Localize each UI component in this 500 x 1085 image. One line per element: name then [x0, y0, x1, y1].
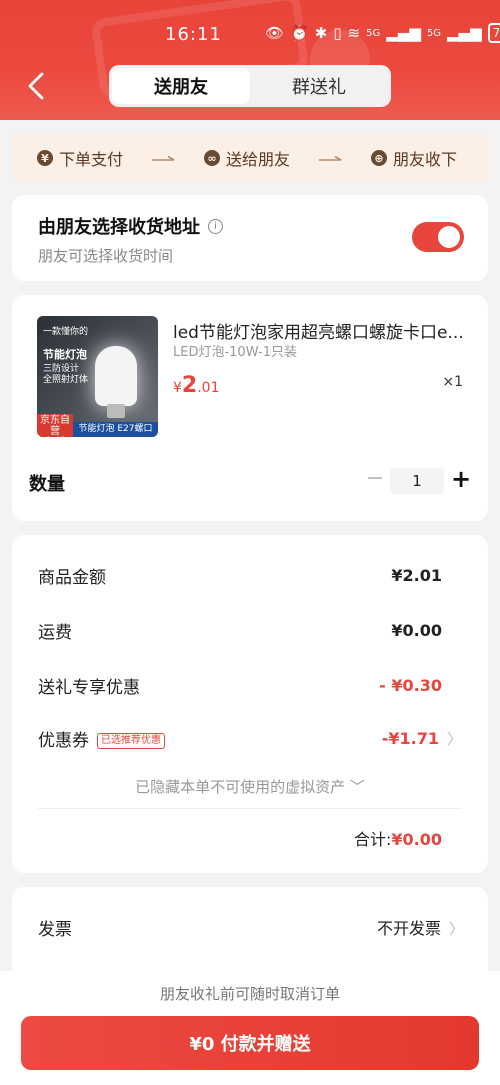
- row-label: 送礼专享优惠: [38, 678, 140, 698]
- hidden-assets-text: 已隐藏本单不可使用的虚拟资产: [135, 778, 346, 796]
- coupon-value-group: -¥1.71 〉: [382, 728, 462, 749]
- step-label: 送给朋友: [226, 150, 291, 169]
- gift-mode-tabs: 送朋友 群送礼: [109, 65, 391, 107]
- address-subtitle: 朋友可选择收货时间: [38, 247, 174, 265]
- image-tag-shipping: 京东自营 包邮: [37, 414, 73, 437]
- step-label: 朋友收下: [393, 150, 458, 169]
- product-count: ×1: [442, 374, 463, 390]
- image-text-3: 三防设计 全照射灯体: [43, 364, 89, 385]
- step-label: 下单支付: [59, 150, 124, 169]
- address-option-card: 由朋友选择收货地址 i 朋友可选择收货时间: [12, 195, 488, 281]
- price-decimal: .01: [197, 380, 220, 396]
- row-value: ¥2.01: [391, 566, 442, 585]
- address-title: 由朋友选择收货地址 i: [38, 213, 223, 239]
- gift-steps: ¥ 下单支付 ∞ 送给朋友 ⊕ 朋友收下: [12, 133, 488, 181]
- cancel-note: 朋友收礼前可随时取消订单: [159, 985, 340, 1003]
- row-value: - ¥0.30: [379, 676, 442, 695]
- invoice-row[interactable]: 发票 不开发票〉: [38, 915, 464, 940]
- chat-icon: ∞: [204, 150, 220, 166]
- bottom-action-bar: 朋友收礼前可随时取消订单 ¥0 付款并赠送: [0, 971, 500, 1085]
- chevron-right-icon: 〉: [446, 730, 462, 748]
- gift-icon: ⊕: [371, 150, 387, 166]
- arrow-right-icon: [152, 156, 176, 161]
- eye-icon: 👁: [265, 24, 285, 42]
- quantity-label: 数量: [29, 474, 65, 495]
- product-spec: LED灯泡-10W-1只装: [173, 345, 297, 360]
- product-title[interactable]: led节能灯泡家用超亮螺口螺旋卡口e...: [173, 318, 468, 343]
- bulb-illustration: [95, 346, 137, 406]
- summary-row-shipping: 运费 ¥0.00: [38, 618, 442, 643]
- step-send: ∞ 送给朋友: [204, 146, 290, 170]
- address-title-text: 由朋友选择收货地址: [38, 217, 200, 238]
- arrow-right-icon: [319, 156, 343, 161]
- invoice-value-group: 不开发票〉: [377, 915, 464, 940]
- image-text-1: 一款懂你的: [43, 327, 89, 337]
- total-label: 合计:: [353, 830, 392, 849]
- friend-address-toggle[interactable]: [412, 222, 464, 252]
- status-time: 16:11: [165, 24, 222, 45]
- vibrate-icon: ▯: [333, 24, 342, 42]
- wifi-icon: ≋: [347, 24, 361, 42]
- price-symbol: ¥: [173, 380, 182, 396]
- tab-send-friend[interactable]: 送朋友: [112, 68, 250, 104]
- price-summary-card: 商品金额 ¥2.01 运费 ¥0.00 送礼专享优惠 - ¥0.30 优惠券 已选…: [12, 535, 488, 873]
- battery-icon: 77: [487, 23, 500, 43]
- quantity-plus-button[interactable]: +: [450, 467, 472, 492]
- row-label: 优惠券: [38, 731, 89, 751]
- coupon-recommend-badge: 已选推荐优惠: [97, 733, 165, 749]
- summary-row-gift-discount: 送礼专享优惠 - ¥0.30: [38, 673, 442, 698]
- hidden-assets-toggle[interactable]: 已隐藏本单不可使用的虚拟资产 ﹀: [12, 776, 488, 797]
- summary-row-coupon[interactable]: 优惠券 已选推荐优惠 -¥1.71 〉: [38, 726, 462, 751]
- status-bar: 16:11 👁 ⏰ ✱ ▯ ≋ 5G ▂▄▆ 5G ▂▄▆ 77: [0, 20, 500, 48]
- step-receive: ⊕ 朋友收下: [371, 146, 457, 170]
- row-value: -¥1.71: [381, 729, 439, 748]
- tab-group-gift[interactable]: 群送礼: [250, 68, 388, 104]
- quantity-input[interactable]: 1: [390, 468, 444, 494]
- back-button[interactable]: [22, 70, 50, 102]
- yen-coin-icon: ¥: [37, 150, 53, 166]
- chevron-down-icon: ﹀: [349, 778, 365, 796]
- invoice-label: 发票: [38, 920, 72, 940]
- alarm-icon: ⏰: [290, 24, 309, 42]
- header-bar: 16:11 👁 ⏰ ✱ ▯ ≋ 5G ▂▄▆ 5G ▂▄▆ 77 送朋友 群送礼: [0, 0, 500, 120]
- bluetooth-icon: ✱: [314, 24, 328, 42]
- total-amount: ¥0.00: [391, 830, 442, 849]
- order-total: 合计:¥0.00: [354, 826, 442, 850]
- summary-row-goods: 商品金额 ¥2.01: [38, 563, 442, 588]
- signal-icon-1: ▂▄▆: [386, 24, 421, 42]
- image-tag-type: 节能灯泡 E27螺口: [73, 422, 158, 437]
- signal-label-2: 5G: [426, 27, 442, 39]
- image-text-2: 节能灯泡: [43, 348, 87, 361]
- signal-icon-2: ▂▄▆: [447, 24, 482, 42]
- quantity-minus-button[interactable]: −: [364, 468, 386, 492]
- info-icon[interactable]: i: [208, 218, 223, 234]
- bulb-base: [107, 404, 125, 418]
- coupon-label-group: 优惠券 已选推荐优惠: [38, 726, 165, 751]
- chevron-left-icon: [28, 72, 44, 100]
- status-icons: 👁 ⏰ ✱ ▯ ≋ 5G ▂▄▆ 5G ▂▄▆ 77: [265, 23, 500, 43]
- divider: [38, 808, 462, 809]
- invoice-value: 不开发票: [376, 919, 441, 938]
- row-label: 运费: [38, 623, 72, 643]
- row-value: ¥0.00: [391, 621, 442, 640]
- toggle-knob: [438, 226, 460, 248]
- product-image[interactable]: 一款懂你的 节能灯泡 三防设计 全照射灯体 京东自营 包邮 节能灯泡 E27螺口: [37, 316, 158, 437]
- pay-and-gift-button[interactable]: ¥0 付款并赠送: [21, 1016, 479, 1070]
- price-integer: 2: [181, 373, 198, 398]
- signal-label-1: 5G: [366, 27, 381, 39]
- chevron-right-icon: 〉: [448, 920, 464, 938]
- row-label: 商品金额: [38, 568, 106, 588]
- product-price: ¥2.01: [173, 373, 220, 398]
- product-card: 一款懂你的 节能灯泡 三防设计 全照射灯体 京东自营 包邮 节能灯泡 E27螺口…: [12, 295, 488, 521]
- step-pay: ¥ 下单支付: [37, 146, 123, 170]
